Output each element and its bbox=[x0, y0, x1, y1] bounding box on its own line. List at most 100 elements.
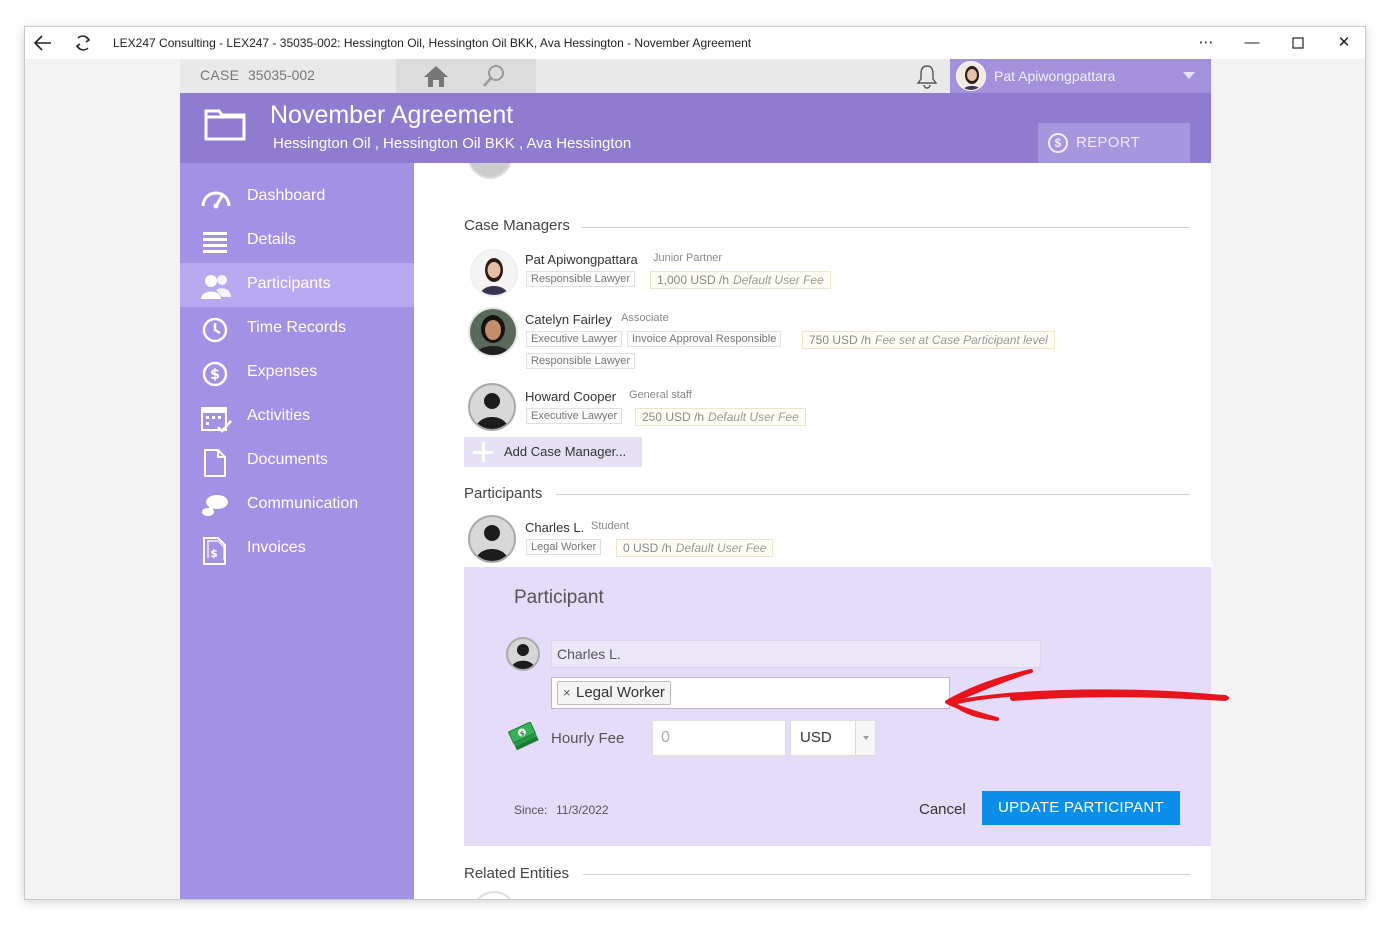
back-arrow-icon[interactable] bbox=[31, 32, 55, 54]
hourly-fee-input[interactable]: 0 bbox=[652, 720, 786, 756]
sidebar-item-label: Activities bbox=[247, 407, 311, 424]
report-asset-button[interactable]: $ REPORT ASSET bbox=[1038, 123, 1190, 191]
role-tag: Responsible Lawyer bbox=[526, 271, 636, 287]
fee-note: Fee set at Case Participant level bbox=[875, 333, 1048, 347]
refresh-icon[interactable] bbox=[71, 32, 95, 54]
dollar-circle-icon: $ bbox=[200, 360, 230, 388]
add-case-manager-label: Add Case Manager... bbox=[504, 444, 627, 459]
avatar bbox=[468, 383, 516, 431]
manager-name[interactable]: Howard Cooper bbox=[525, 389, 616, 404]
cancel-button[interactable]: Cancel bbox=[919, 801, 966, 818]
svg-text:$: $ bbox=[210, 367, 220, 383]
currency-value: USD bbox=[800, 729, 832, 746]
manager-title: Junior Partner bbox=[653, 252, 723, 264]
minimize-button[interactable]: — bbox=[1237, 32, 1267, 54]
sidebar-item-label: Communication bbox=[247, 495, 359, 512]
fee-badge: 0 USD /h Default User Fee bbox=[616, 539, 774, 557]
fee-badge: 750 USD /h Fee set at Case Participant le… bbox=[802, 331, 1055, 349]
sidebar-item-label: Expenses bbox=[247, 363, 318, 380]
participant-edit-panel: Participant Charles L. × Legal Worker $ … bbox=[464, 567, 1211, 846]
case-label: CASE bbox=[200, 67, 240, 83]
sidebar-item-label: Details bbox=[247, 231, 296, 248]
manager-title: General staff bbox=[629, 389, 692, 401]
update-participant-button[interactable]: UPDATE PARTICIPANT bbox=[982, 791, 1180, 825]
close-button[interactable]: ✕ bbox=[1329, 32, 1359, 54]
fee-note: Default User Fee bbox=[675, 541, 767, 555]
divider bbox=[583, 874, 1190, 875]
avatar bbox=[468, 515, 516, 563]
case-managers-heading: Case Managers bbox=[464, 217, 580, 234]
participant-title: Student bbox=[591, 520, 629, 532]
fee-note: Default User Fee bbox=[733, 273, 824, 287]
sidebar-item-details[interactable]: Details bbox=[180, 219, 414, 263]
maximize-button[interactable] bbox=[1283, 32, 1313, 54]
sidebar-item-documents[interactable]: Documents bbox=[180, 439, 414, 483]
role-chip: × Legal Worker bbox=[557, 681, 671, 705]
since-date: 11/3/2022 bbox=[556, 803, 609, 817]
title-bar: LEX247 Consulting - LEX247 - 35035-002: … bbox=[25, 27, 1365, 59]
app-window: LEX247 Consulting - LEX247 - 35035-002: … bbox=[24, 26, 1366, 900]
add-case-manager-button[interactable]: Add Case Manager... bbox=[464, 437, 642, 467]
sidebar-item-participants[interactable]: Participants bbox=[180, 263, 414, 307]
fee-badge: 250 USD /h Default User Fee bbox=[635, 408, 806, 426]
sidebar-item-label: Time Records bbox=[247, 319, 346, 336]
search-icon[interactable] bbox=[480, 63, 508, 89]
sidebar-item-expenses[interactable]: $ Expenses bbox=[180, 351, 414, 395]
divider bbox=[556, 494, 1190, 495]
bell-icon[interactable] bbox=[914, 63, 940, 89]
avatar bbox=[956, 61, 986, 91]
sidebar: Dashboard Details Participants Time Reco… bbox=[180, 163, 414, 899]
fee-amount: 250 USD /h bbox=[642, 410, 705, 424]
sidebar-item-label: Participants bbox=[247, 275, 331, 292]
fee-amount: 0 USD /h bbox=[623, 541, 672, 555]
app-content: CASE 35035-002 Pat Apiwongpattara Novemb… bbox=[180, 59, 1211, 899]
dollar-circle-icon: $ bbox=[1048, 133, 1068, 153]
svg-text:$: $ bbox=[210, 547, 218, 560]
clock-icon bbox=[200, 316, 230, 344]
avatar bbox=[468, 307, 518, 357]
user-name: Pat Apiwongpattara bbox=[994, 68, 1116, 84]
fee-amount: 1,000 USD /h bbox=[657, 273, 730, 287]
sidebar-item-invoices[interactable]: $ Invoices bbox=[180, 527, 414, 571]
avatar bbox=[468, 163, 512, 179]
manager-name[interactable]: Pat Apiwongpattara bbox=[525, 252, 638, 267]
folder-icon bbox=[204, 105, 246, 143]
chevron-down-icon bbox=[1183, 72, 1195, 79]
role-tag: Executive Lawyer bbox=[526, 408, 623, 424]
case-header: November Agreement Hessington Oil , Hess… bbox=[180, 93, 1211, 191]
panel-title: Participant bbox=[514, 587, 604, 608]
people-icon bbox=[200, 272, 231, 300]
manager-title: Associate bbox=[621, 312, 669, 324]
gauge-icon bbox=[200, 184, 231, 212]
chat-icon bbox=[200, 492, 230, 520]
hourly-fee-label: Hourly Fee bbox=[551, 730, 625, 747]
calendar-icon bbox=[200, 404, 232, 433]
role-tag: Executive Lawyer bbox=[526, 331, 623, 347]
document-icon bbox=[200, 448, 230, 477]
sidebar-item-communication[interactable]: Communication bbox=[180, 483, 414, 527]
chevron-down-icon[interactable] bbox=[855, 721, 875, 755]
list-icon bbox=[200, 228, 230, 256]
more-options-icon[interactable]: ⋯ bbox=[1191, 32, 1221, 54]
sidebar-item-activities[interactable]: Activities bbox=[180, 395, 414, 439]
remove-chip-icon[interactable]: × bbox=[563, 682, 571, 704]
sidebar-item-label: Invoices bbox=[247, 539, 306, 556]
avatar bbox=[506, 637, 540, 671]
avatar bbox=[470, 249, 518, 297]
participant-name-field[interactable]: Charles L. bbox=[551, 640, 1041, 668]
user-menu[interactable]: Pat Apiwongpattara bbox=[950, 59, 1211, 93]
participant-name[interactable]: Charles L. bbox=[525, 520, 584, 535]
participants-heading: Participants bbox=[464, 485, 553, 502]
fee-amount: 750 USD /h bbox=[809, 333, 872, 347]
related-entities-heading: Related Entities bbox=[464, 865, 580, 882]
role-chip-label: Legal Worker bbox=[576, 684, 665, 701]
sidebar-item-time-records[interactable]: Time Records bbox=[180, 307, 414, 351]
divider bbox=[582, 227, 1190, 228]
case-clients: Hessington Oil , Hessington Oil BKK , Av… bbox=[273, 135, 632, 152]
manager-name[interactable]: Catelyn Fairley bbox=[525, 312, 612, 327]
role-input[interactable]: × Legal Worker bbox=[551, 677, 950, 709]
top-nav-strip bbox=[396, 59, 536, 93]
sidebar-item-dashboard[interactable]: Dashboard bbox=[180, 175, 414, 219]
home-icon[interactable] bbox=[422, 63, 450, 89]
currency-select[interactable]: USD bbox=[790, 720, 876, 756]
